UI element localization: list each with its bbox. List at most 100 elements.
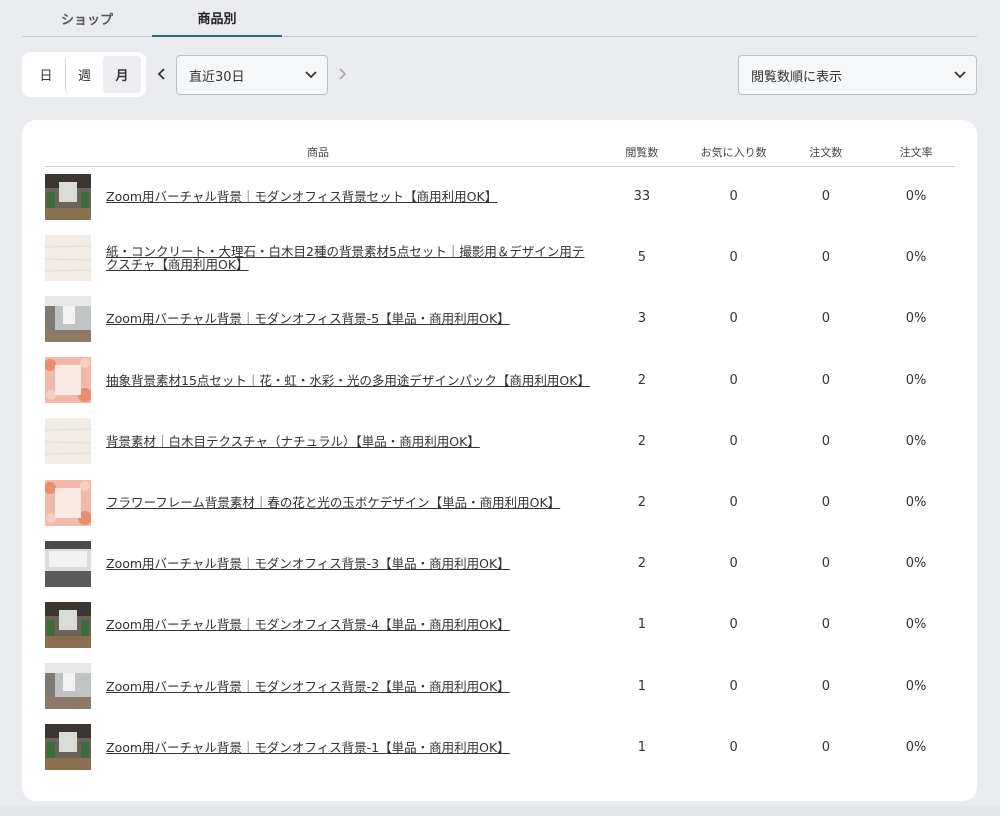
order-rate-cell: 0% <box>905 617 927 633</box>
header-product: 商品 <box>45 138 591 167</box>
views-cell: 2 <box>637 495 646 511</box>
chevron-down-icon <box>305 68 317 83</box>
product-cell: Zoom用バーチャル背景｜モダンオフィス背景-1【単品・商用利用OK】 <box>45 717 591 778</box>
period-day-button[interactable]: 日 <box>27 56 65 93</box>
header-order-rate: 注文率 <box>877 138 955 167</box>
views-cell: 1 <box>637 678 646 694</box>
tab-by-product[interactable]: 商品別 <box>152 0 282 37</box>
product-thumbnail[interactable] <box>45 173 91 220</box>
header-favorites: お気に入り数 <box>692 138 775 167</box>
order-rate-cell: 0% <box>905 678 927 694</box>
product-thumbnail[interactable] <box>45 724 91 771</box>
chevron-down-icon <box>954 68 966 83</box>
views-cell: 33 <box>633 189 651 205</box>
header-views: 閲覧数 <box>591 138 693 167</box>
product-name-link[interactable]: Zoom用バーチャル背景｜モダンオフィス背景-1【単品・商用利用OK】 <box>106 741 591 754</box>
views-cell: 2 <box>637 372 646 388</box>
favorites-cell: 0 <box>729 495 738 511</box>
views-cell: 2 <box>637 556 646 572</box>
product-name-link[interactable]: Zoom用バーチャル背景｜モダンオフィス背景-2【単品・商用利用OK】 <box>106 680 591 693</box>
views-cell: 1 <box>637 739 646 755</box>
table-row: フラワーフレーム背景素材｜春の花と光の玉ボケデザイン【単品・商用利用OK】 2 … <box>45 472 955 533</box>
table-row: Zoom用バーチャル背景｜モダンオフィス背景-1【単品・商用利用OK】 1 0 … <box>45 717 955 778</box>
order-rate-cell: 0% <box>905 556 927 572</box>
product-thumbnail[interactable] <box>45 479 91 526</box>
product-thumbnail[interactable] <box>45 295 91 342</box>
tab-shop[interactable]: ショップ <box>22 0 152 37</box>
orders-cell: 0 <box>821 556 830 572</box>
product-name-link[interactable]: Zoom用バーチャル背景｜モダンオフィス背景-5【単品・商用利用OK】 <box>106 312 591 325</box>
orders-cell: 0 <box>821 250 830 266</box>
product-cell: Zoom用バーチャル背景｜モダンオフィス背景-5【単品・商用利用OK】 <box>45 288 591 349</box>
orders-cell: 0 <box>821 617 830 633</box>
product-name-link[interactable]: 紙・コンクリート・大理石・白木目2種の背景素材5点セット｜撮影用＆デザイン用テク… <box>106 245 591 271</box>
views-cell: 2 <box>637 433 646 449</box>
product-name-link[interactable]: Zoom用バーチャル背景｜モダンオフィス背景-3【単品・商用利用OK】 <box>106 557 591 570</box>
table-row: Zoom用バーチャル背景｜モダンオフィス背景セット【商用利用OK】 33 0 0… <box>45 166 955 227</box>
table-header-row: 商品 閲覧数 お気に入り数 注文数 注文率 <box>45 138 955 167</box>
table-row: 紙・コンクリート・大理石・白木目2種の背景素材5点セット｜撮影用＆デザイン用テク… <box>45 227 955 288</box>
product-thumbnail[interactable] <box>45 357 91 404</box>
sort-order-select[interactable]: 閲覧数順に表示 <box>738 55 977 95</box>
product-name-link[interactable]: フラワーフレーム背景素材｜春の花と光の玉ボケデザイン【単品・商用利用OK】 <box>106 496 591 509</box>
favorites-cell: 0 <box>729 678 738 694</box>
orders-cell: 0 <box>821 495 830 511</box>
product-thumbnail[interactable] <box>45 663 91 710</box>
order-rate-cell: 0% <box>905 250 927 266</box>
order-rate-cell: 0% <box>905 495 927 511</box>
order-rate-cell: 0% <box>905 433 927 449</box>
chevron-right-icon[interactable] <box>335 64 349 84</box>
date-range-value: 直近30日 <box>189 69 245 85</box>
order-rate-cell: 0% <box>905 372 927 388</box>
orders-cell: 0 <box>821 678 830 694</box>
chevron-left-icon[interactable] <box>155 64 169 84</box>
orders-cell: 0 <box>821 739 830 755</box>
period-week-button[interactable]: 週 <box>65 56 103 93</box>
product-thumbnail[interactable] <box>45 540 91 587</box>
favorites-cell: 0 <box>729 311 738 327</box>
product-cell: Zoom用バーチャル背景｜モダンオフィス背景セット【商用利用OK】 <box>45 166 591 227</box>
orders-cell: 0 <box>821 311 830 327</box>
favorites-cell: 0 <box>729 250 738 266</box>
period-toggle: 日 週 月 <box>22 52 146 97</box>
product-cell: フラワーフレーム背景素材｜春の花と光の玉ボケデザイン【単品・商用利用OK】 <box>45 472 591 533</box>
product-name-link[interactable]: 抽象背景素材15点セット｜花・虹・水彩・光の多用途デザインパック【商用利用OK】 <box>106 374 591 387</box>
tab-bar: ショップ 商品別 <box>22 0 977 37</box>
favorites-cell: 0 <box>729 739 738 755</box>
orders-cell: 0 <box>821 433 830 449</box>
table-row: Zoom用バーチャル背景｜モダンオフィス背景-3【単品・商用利用OK】 2 0 … <box>45 533 955 594</box>
product-cell: Zoom用バーチャル背景｜モダンオフィス背景-3【単品・商用利用OK】 <box>45 533 591 594</box>
favorites-cell: 0 <box>729 189 738 205</box>
product-stats-table: 商品 閲覧数 お気に入り数 注文数 注文率 Zoom用バーチャル背景｜モダンオフ… <box>45 138 955 778</box>
views-cell: 5 <box>637 250 646 266</box>
product-thumbnail[interactable] <box>45 234 91 281</box>
order-rate-cell: 0% <box>905 739 927 755</box>
product-cell: Zoom用バーチャル背景｜モダンオフィス背景-2【単品・商用利用OK】 <box>45 656 591 717</box>
page-bottom-edge <box>0 806 1000 816</box>
product-name-link[interactable]: Zoom用バーチャル背景｜モダンオフィス背景-4【単品・商用利用OK】 <box>106 618 591 631</box>
order-rate-cell: 0% <box>905 311 927 327</box>
product-thumbnail[interactable] <box>45 418 91 465</box>
favorites-cell: 0 <box>729 617 738 633</box>
product-cell: 紙・コンクリート・大理石・白木目2種の背景素材5点セット｜撮影用＆デザイン用テク… <box>45 227 591 288</box>
period-month-button[interactable]: 月 <box>103 56 141 93</box>
orders-cell: 0 <box>821 189 830 205</box>
favorites-cell: 0 <box>729 556 738 572</box>
table-row: Zoom用バーチャル背景｜モダンオフィス背景-5【単品・商用利用OK】 3 0 … <box>45 288 955 349</box>
sort-order-value: 閲覧数順に表示 <box>751 69 843 85</box>
views-cell: 1 <box>637 617 646 633</box>
product-name-link[interactable]: 背景素材｜白木目テクスチャ（ナチュラル）【単品・商用利用OK】 <box>106 435 591 448</box>
product-thumbnail[interactable] <box>45 601 91 648</box>
favorites-cell: 0 <box>729 433 738 449</box>
product-cell: 背景素材｜白木目テクスチャ（ナチュラル）【単品・商用利用OK】 <box>45 411 591 472</box>
table-row: Zoom用バーチャル背景｜モダンオフィス背景-2【単品・商用利用OK】 1 0 … <box>45 656 955 717</box>
table-row: Zoom用バーチャル背景｜モダンオフィス背景-4【単品・商用利用OK】 1 0 … <box>45 594 955 655</box>
orders-cell: 0 <box>821 372 830 388</box>
table-row: 抽象背景素材15点セット｜花・虹・水彩・光の多用途デザインパック【商用利用OK】… <box>45 350 955 411</box>
product-cell: 抽象背景素材15点セット｜花・虹・水彩・光の多用途デザインパック【商用利用OK】 <box>45 350 591 411</box>
date-range-select[interactable]: 直近30日 <box>176 55 328 95</box>
product-name-link[interactable]: Zoom用バーチャル背景｜モダンオフィス背景セット【商用利用OK】 <box>106 190 591 203</box>
favorites-cell: 0 <box>729 372 738 388</box>
views-cell: 3 <box>637 311 646 327</box>
table-row: 背景素材｜白木目テクスチャ（ナチュラル）【単品・商用利用OK】 2 0 0 0% <box>45 411 955 472</box>
